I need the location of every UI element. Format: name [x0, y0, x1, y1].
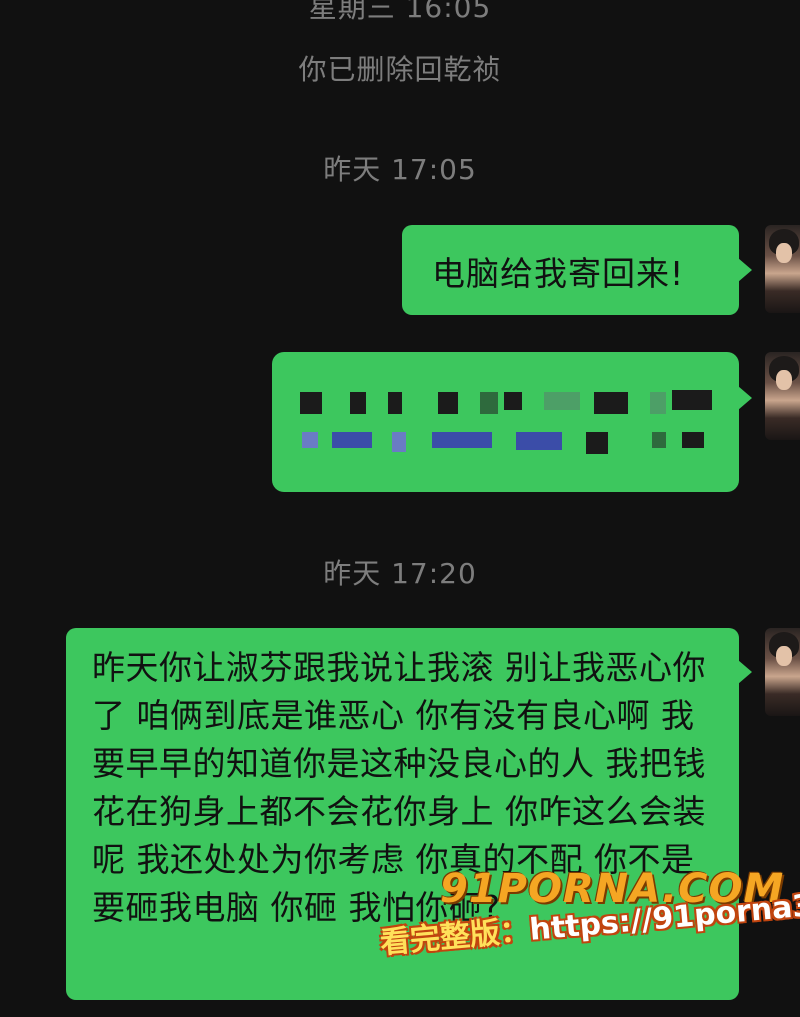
message-text: 电脑给我寄回来! — [432, 254, 685, 293]
watermark: 91PORNA.COM 看完整版：https://91porna38.com — [370, 866, 800, 996]
system-notice: 你已删除回乾祯 — [298, 53, 502, 86]
watermark-label: 看完整版： — [378, 912, 532, 961]
timestamp: 昨天 17:20 — [323, 557, 477, 590]
message-bubble-sent[interactable]: 电脑给我寄回来! — [402, 225, 752, 315]
avatar[interactable] — [765, 225, 800, 313]
date-header: 星期三 16:05 — [308, 0, 492, 24]
message-bubble-pixelated[interactable] — [272, 352, 752, 492]
avatar[interactable] — [765, 352, 800, 440]
avatar[interactable] — [765, 628, 800, 716]
timestamp: 昨天 17:05 — [323, 153, 477, 186]
